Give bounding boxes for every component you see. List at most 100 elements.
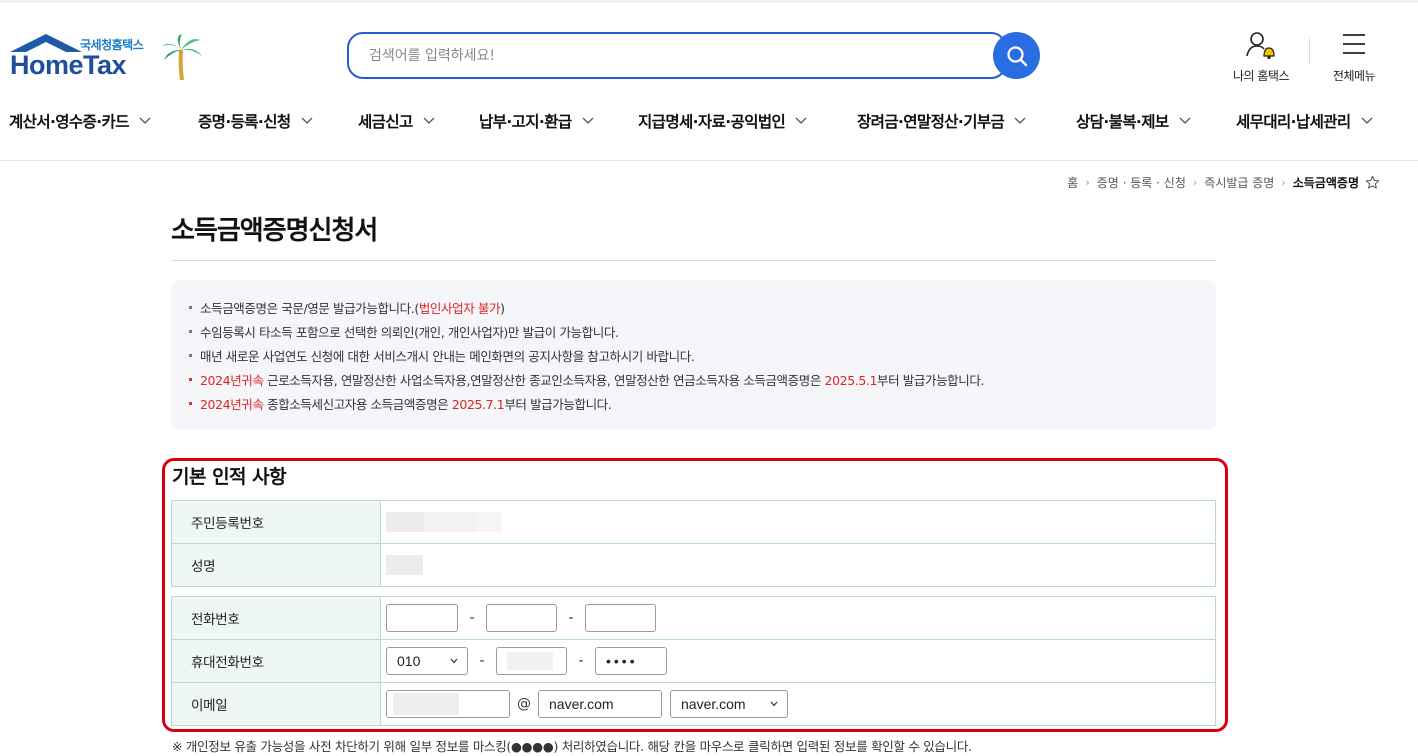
chevron-down-icon <box>582 117 594 124</box>
util-divider <box>1309 38 1310 64</box>
breadcrumb-separator: › <box>1281 176 1286 189</box>
email-label: 이메일 <box>171 682 381 726</box>
notice-highlight: 2024년귀속 <box>200 373 264 388</box>
mobile-label: 휴대전화번호 <box>171 639 381 683</box>
chevron-down-icon <box>770 701 778 707</box>
email-domain-input[interactable]: naver.com <box>538 690 662 718</box>
dash: - <box>469 610 475 626</box>
search-input[interactable] <box>349 34 1005 77</box>
gnb-item-payment[interactable]: 납부·고지·환급 <box>479 106 594 136</box>
search-box[interactable] <box>347 32 1007 79</box>
notice-highlight: 2025.7.1 <box>451 397 505 412</box>
table-row: 이메일 @ naver.com naver.com <box>171 682 1216 726</box>
chevron-down-icon <box>1361 117 1373 124</box>
chevron-down-icon <box>423 117 435 124</box>
phone-value: -- <box>380 596 1216 640</box>
identity-table: 주민등록번호 성명 <box>171 500 1216 587</box>
section-title: 기본 인적 사항 <box>172 466 287 488</box>
phone-part3-input[interactable] <box>585 604 656 632</box>
my-hometax-label: 나의 홈택스 <box>1232 69 1290 83</box>
search-icon <box>1006 45 1027 66</box>
gnb-label: 증명·등록·신청 <box>198 113 291 131</box>
chevron-down-icon <box>139 117 151 124</box>
hamburger-menu-icon <box>1343 34 1365 54</box>
name-label: 성명 <box>171 543 381 587</box>
table-row: 전화번호 -- <box>171 596 1216 640</box>
top-line <box>0 0 1418 3</box>
breadcrumb-separator: › <box>1085 176 1090 189</box>
at-sign: @ <box>517 696 531 712</box>
notice-item: 소득금액증명은 국문/영문 발급가능합니다.(법인사업자 불가) <box>188 297 1200 321</box>
gnb-item-tax-filing[interactable]: 세금신고 <box>358 106 435 136</box>
mobile-prefix-select[interactable]: 010 <box>386 647 468 675</box>
phone-part1-input[interactable] <box>386 604 458 632</box>
hometax-logo[interactable]: 국세청홈택스 HomeTax <box>8 30 208 84</box>
gnb-item-tax-agent[interactable]: 세무대리·납세관리 <box>1236 106 1373 136</box>
notice-item: 2024년귀속 근로소득자용, 연말정산한 사업소득자용,연말정산한 종교인소득… <box>188 369 1200 393</box>
email-domain-select-value: naver.com <box>681 696 746 712</box>
gnb-item-certificates[interactable]: 증명·등록·신청 <box>198 106 313 136</box>
name-value <box>380 543 1216 587</box>
global-nav: 계산서·영수증·카드 증명·등록·신청 세금신고 납부·고지·환급 지급명세·자… <box>0 106 1418 136</box>
gnb-item-incentives[interactable]: 장려금·연말정산·기부금 <box>857 106 1026 136</box>
masked-value <box>476 512 502 532</box>
notice-text: 부터 발급가능합니다. <box>877 373 985 388</box>
masked-value <box>424 512 476 532</box>
email-id-input[interactable] <box>386 690 510 718</box>
mobile-value: 010- - •••• <box>380 639 1216 683</box>
gnb-label: 계산서·영수증·카드 <box>9 113 129 131</box>
notice-text: 근로소득자용, 연말정산한 사업소득자용,연말정산한 종교인소득자용, 연말정산… <box>263 373 825 388</box>
rrn-value <box>380 500 1216 544</box>
chevron-down-icon <box>795 117 807 124</box>
email-value: @ naver.com naver.com <box>380 682 1216 726</box>
page-title: 소득금액증명신청서 <box>171 216 378 246</box>
chevron-down-icon <box>1014 117 1026 124</box>
notice-box: 소득금액증명은 국문/영문 발급가능합니다.(법인사업자 불가) 수임등록시 타… <box>171 280 1216 430</box>
notice-text: 부터 발급가능합니다. <box>504 397 612 412</box>
masked-value <box>386 555 423 575</box>
chevron-down-icon <box>450 658 458 664</box>
gnb-item-statements[interactable]: 지급명세·자료·공익법인 <box>638 106 807 136</box>
user-bell-icon <box>1246 32 1275 60</box>
gnb-label: 세금신고 <box>358 113 413 131</box>
masked-value <box>393 693 459 715</box>
my-hometax-button[interactable]: 나의 홈택스 <box>1228 30 1294 84</box>
gnb-label: 장려금·연말정산·기부금 <box>857 113 1005 131</box>
breadcrumb: 홈 › 증명 · 등록 · 신청 › 즉시발급 증명 › 소득금액증명 <box>1067 174 1380 191</box>
notice-highlight: 2025.5.1 <box>824 373 878 388</box>
contact-table: 전화번호 -- 휴대전화번호 010- - •••• 이메일 @ naver.com n… <box>171 596 1216 726</box>
dash: - <box>479 653 485 669</box>
breadcrumb-separator: › <box>1192 176 1198 189</box>
notice-text: 소득금액증명은 국문/영문 발급가능합니다.( <box>200 301 419 316</box>
chevron-down-icon <box>1179 117 1191 124</box>
favorite-star-icon[interactable] <box>1365 175 1380 190</box>
palm-tree-icon <box>162 34 202 81</box>
notice-highlight: 2024년귀속 <box>200 397 264 412</box>
phone-part2-input[interactable] <box>486 604 557 632</box>
title-divider <box>171 260 1216 261</box>
table-row: 주민등록번호 <box>171 500 1216 544</box>
breadcrumb-home[interactable]: 홈 <box>1067 174 1078 191</box>
dash: - <box>568 610 574 626</box>
masking-footnote: ※ 개인정보 유출 가능성을 사전 차단하기 위해 일부 정보를 마스킹(●●●… <box>172 739 972 754</box>
dash: - <box>578 653 584 669</box>
mobile-middle-input[interactable] <box>496 647 567 675</box>
table-row: 성명 <box>171 543 1216 587</box>
all-menu-button[interactable]: 전체메뉴 <box>1325 30 1383 84</box>
masked-value <box>507 652 553 670</box>
gnb-item-receipts[interactable]: 계산서·영수증·카드 <box>9 106 151 136</box>
email-domain-select[interactable]: naver.com <box>670 690 788 718</box>
gnb-label: 상담·불복·제보 <box>1076 113 1169 131</box>
mobile-last-input[interactable]: •••• <box>595 647 667 675</box>
breadcrumb-instant-issue[interactable]: 즉시발급 증명 <box>1204 174 1274 191</box>
notice-text: 종합소득세신고자용 소득금액증명은 <box>263 397 452 412</box>
logo-title: HomeTax <box>10 50 127 80</box>
notice-text: ) <box>500 301 505 316</box>
notice-item: 2024년귀속 종합소득세신고자용 소득금액증명은 2025.7.1부터 발급가… <box>188 393 1200 417</box>
masked-value <box>386 512 424 532</box>
breadcrumb-certificates[interactable]: 증명 · 등록 · 신청 <box>1097 174 1186 191</box>
gnb-item-consulting[interactable]: 상담·불복·제보 <box>1076 106 1191 136</box>
breadcrumb-current: 소득금액증명 <box>1292 176 1359 190</box>
notice-text: 수임등록시 타소득 포함으로 선택한 의뢰인(개인, 개인사업자)만 발급이 가… <box>200 325 619 340</box>
search-button[interactable] <box>993 32 1040 79</box>
